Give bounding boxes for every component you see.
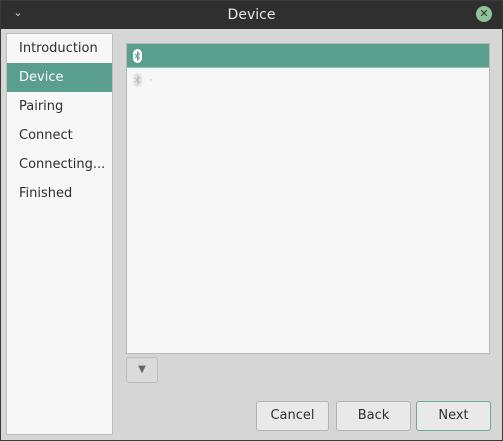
list-item[interactable] [127,44,489,68]
title-bar[interactable]: ⌄ Device ✕ [1,1,502,29]
next-button[interactable]: Next [416,401,491,431]
sidebar-item-finished: Finished [19,186,73,201]
bluetooth-icon [133,49,142,63]
close-icon[interactable]: ✕ [476,6,492,22]
cancel-button[interactable]: Cancel [256,401,329,431]
sidebar-item-connect: Connect [19,128,73,143]
window-title: Device [227,7,276,23]
back-button[interactable]: Back [336,401,411,431]
chevron-down-icon: ▼ [138,364,146,375]
device-list[interactable]: · [126,43,490,354]
list-item[interactable]: · [127,68,489,92]
expander-button[interactable]: ▼ [126,357,158,383]
wizard-steps-sidebar: Introduction Device Pairing Connect Conn… [6,33,113,435]
bluetooth-icon [133,73,142,87]
bluetooth-wizard-window: ⌄ Device ✕ Introduction Device Pairing C… [0,0,503,441]
sidebar-item-connecting: Connecting... [19,157,106,172]
device-name: · [149,73,153,87]
sidebar-item-introduction: Introduction [19,41,98,56]
sidebar-item-device: Device [7,63,112,92]
sidebar-item-pairing: Pairing [19,99,64,114]
